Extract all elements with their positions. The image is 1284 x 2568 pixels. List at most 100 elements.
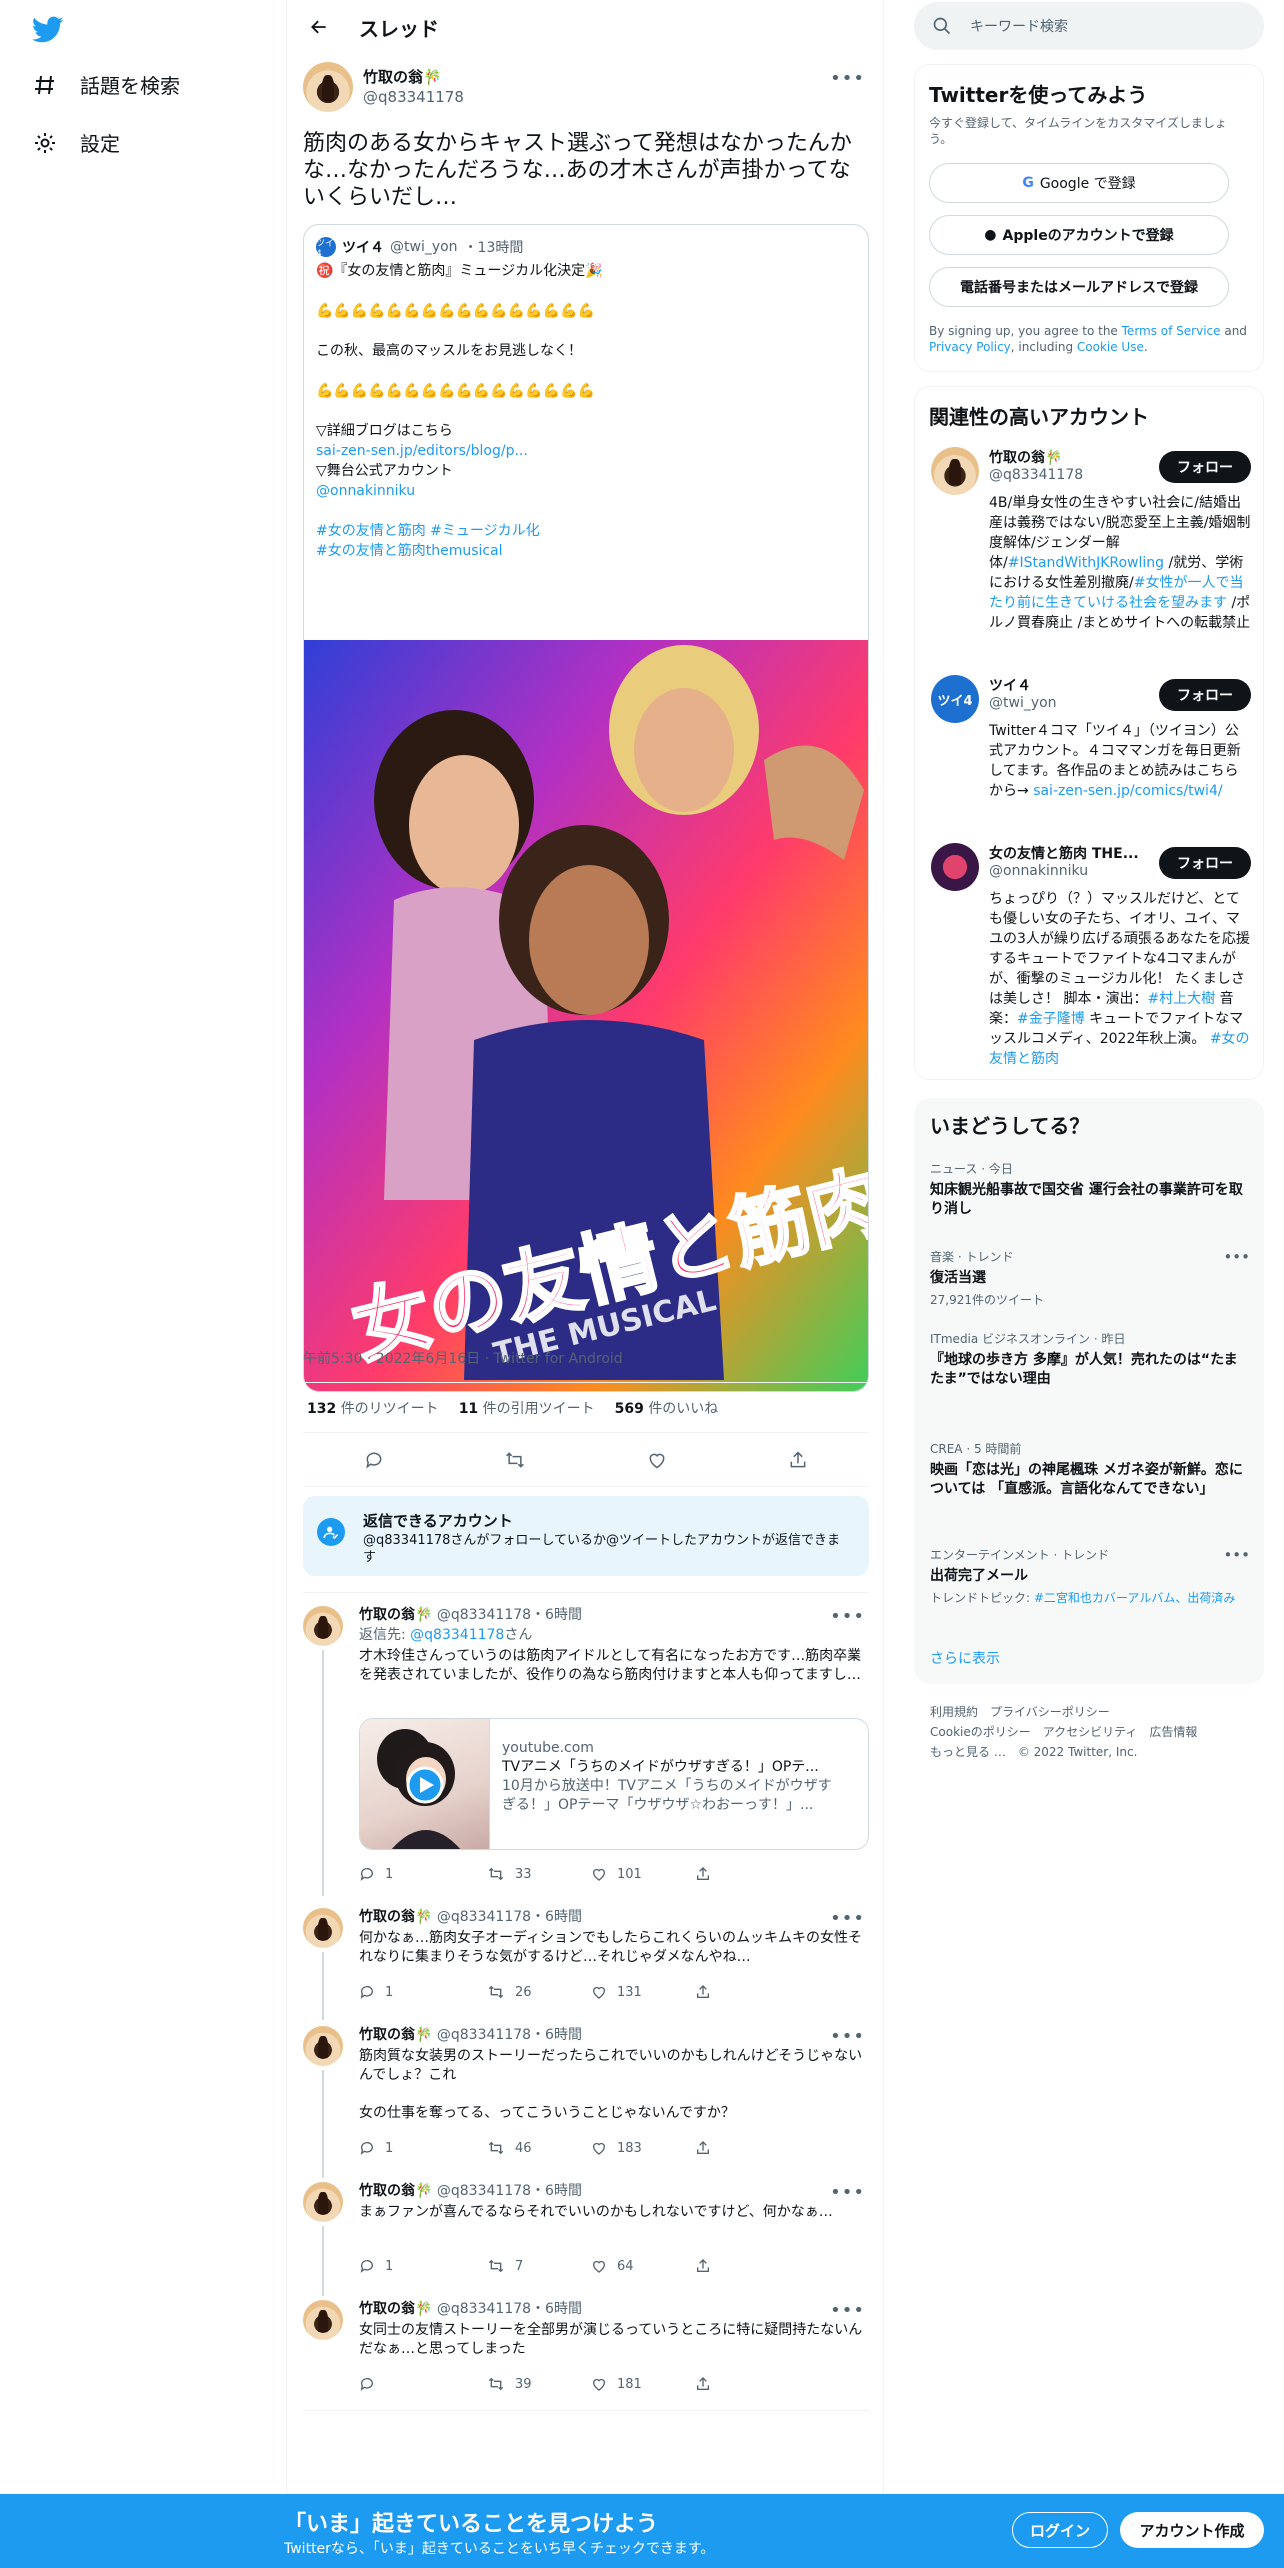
quoted-tweet[interactable]: ツイ4 ツイ４ @twi_yon ・13時間 ㊗️『女の友情と筋肉』ミュージカル… [303, 224, 869, 1392]
apple-signup-button[interactable]: ● Appleのアカウントで登録 [929, 215, 1229, 255]
terms-link[interactable]: Terms of Service [1122, 324, 1221, 338]
search-box[interactable]: キーワード検索 [914, 2, 1264, 50]
follow-button[interactable]: フォロー [1159, 679, 1251, 711]
follow-button[interactable]: フォロー [1159, 847, 1251, 879]
more-icon[interactable]: ••• [830, 68, 865, 89]
quote-line[interactable]: sai-zen-sen.jp/editors/blog/p... [316, 441, 856, 461]
login-button[interactable]: ログイン [1012, 2512, 1108, 2548]
author-handle[interactable]: @q83341178 [437, 2183, 531, 2199]
avatar[interactable]: ツイ4 [931, 675, 979, 723]
reply-button[interactable]: 1 [359, 2140, 463, 2156]
author-handle[interactable]: @q83341178 [437, 2027, 531, 2043]
trend-item[interactable]: エンターテインメント · トレンド 出荷完了メール トレンドトピック: #二宮和… [930, 1546, 1250, 1606]
more-icon[interactable]: ••• [830, 2182, 865, 2203]
avatar[interactable] [303, 62, 353, 112]
quote-line[interactable]: #女の友情と筋肉themusical [316, 541, 856, 561]
account-name[interactable]: 竹取の翁🎋 [989, 447, 1139, 467]
more-icon[interactable]: ••• [1223, 1248, 1250, 1266]
like-button[interactable]: 131 [591, 1984, 695, 2000]
more-icon[interactable]: ••• [830, 2026, 865, 2047]
like-icon[interactable] [640, 1443, 674, 1477]
retweet-button[interactable]: 26 [487, 1984, 591, 2000]
share-button[interactable] [695, 1866, 799, 1882]
musical-poster-image[interactable]: 女の友情と筋肉 THE MUSICAL [304, 640, 868, 1391]
account-handle[interactable]: @twi_yon [989, 695, 1057, 711]
share-icon[interactable] [781, 1443, 815, 1477]
retweet-icon[interactable] [498, 1443, 532, 1477]
trend-item[interactable]: ニュース · 今日 知床観光船事故で国交省 運行会社の事業許可を取り消し [930, 1160, 1250, 1219]
bio-link[interactable]: sai-zen-sen.jp/comics/twi4/ [1033, 783, 1222, 799]
avatar[interactable] [303, 2182, 343, 2222]
avatar[interactable] [931, 843, 979, 891]
like-button[interactable]: 183 [591, 2140, 695, 2156]
reply-icon[interactable] [357, 1443, 391, 1477]
like-button[interactable]: 64 [591, 2258, 695, 2274]
create-account-button[interactable]: アカウント作成 [1120, 2512, 1264, 2548]
avatar[interactable] [303, 2300, 343, 2340]
author-name[interactable]: 竹取の翁🎋 [359, 2301, 432, 2317]
avatar[interactable] [931, 447, 979, 495]
tweet-time[interactable]: ・6時間 [531, 1607, 582, 1623]
retweet-button[interactable]: 46 [487, 2140, 591, 2156]
reply-to-link[interactable]: @q83341178 [410, 1627, 504, 1643]
twitter-bird-icon[interactable] [32, 16, 64, 44]
reply-tweet[interactable]: 竹取の翁🎋 @q83341178・6時間 まぁファンが喜んでるならそれでいいのか… [303, 2182, 869, 2296]
author-handle[interactable]: @q83341178 [437, 1909, 531, 1925]
google-signup-button[interactable]: G Google で登録 [929, 163, 1229, 203]
author-handle[interactable]: @q83341178 [437, 1607, 531, 1623]
tweet-timestamp[interactable]: 午前5:30 · 2022年6月16日 · Twitter for Androi… [303, 1348, 623, 1368]
trend-item[interactable]: CREA · 5 時間前 映画「恋は光」の神尾楓珠 メガネ姿が新鮮。恋については… [930, 1440, 1250, 1499]
bio-hashtag-link[interactable]: #IStandWithJKRowling [1008, 555, 1164, 571]
quote-count[interactable]: 11 件の引用ツイート [459, 1398, 595, 1418]
bio-hashtag-link[interactable]: #村上大樹 [1147, 991, 1215, 1007]
nav-settings[interactable]: 設定 [32, 128, 120, 157]
footer-link[interactable]: プライバシーポリシー [990, 1705, 1110, 1719]
footer-link[interactable]: アクセシビリティ [1043, 1725, 1138, 1739]
share-button[interactable] [695, 2258, 799, 2274]
reply-button[interactable]: 1 [359, 2258, 463, 2274]
reply-tweet[interactable]: 竹取の翁🎋 @q83341178・6時間 返信先: @q83341178さん 才… [303, 1606, 869, 1896]
privacy-link[interactable]: Privacy Policy [929, 340, 1011, 354]
reply-button[interactable]: 1 [359, 1984, 463, 2000]
quote-line[interactable]: @onnakinniku [316, 481, 856, 501]
footer-link[interactable]: 利用規約 [930, 1705, 978, 1719]
related-account[interactable]: ツイ4 ツイ４ @twi_yon フォロー Twitter４コマ「ツイ４」（ツイ… [931, 675, 1251, 799]
trend-item[interactable]: ITmedia ビジネスオンライン · 昨日 『地球の歩き方 多摩』が人気！売れ… [930, 1330, 1250, 1389]
account-name[interactable]: ツイ４ [989, 675, 1139, 695]
like-button[interactable]: 101 [591, 1866, 695, 1882]
retweet-button[interactable]: 33 [487, 1866, 591, 1882]
footer-more[interactable]: もっと見る … [930, 1745, 1006, 1759]
trend-topic-link[interactable]: #二宮和也カバーアルバム、出荷済み [1034, 1591, 1235, 1605]
tweet-time[interactable]: ・6時間 [531, 1909, 582, 1925]
nav-explore[interactable]: 話題を検索 [32, 70, 180, 99]
reply-button[interactable]: 1 [359, 1866, 463, 1882]
more-icon[interactable]: ••• [830, 1908, 865, 1929]
follow-button[interactable]: フォロー [1159, 451, 1251, 483]
related-account[interactable]: 女の友情と筋肉 THE... @onnakinniku フォロー ちょっぴり（？… [931, 843, 1251, 1073]
author-handle[interactable]: @q83341178 [437, 2301, 531, 2317]
show-more-link[interactable]: さらに表示 [930, 1648, 1000, 1668]
author-name[interactable]: 竹取の翁🎋 [359, 2183, 432, 2199]
phone-email-signup-button[interactable]: 電話番号またはメールアドレスで登録 [929, 267, 1229, 307]
reply-tweet[interactable]: 竹取の翁🎋 @q83341178・6時間 筋肉質な女装男のストーリーだったらこれ… [303, 2026, 869, 2178]
link-card[interactable]: youtube.com TVアニメ「うちのメイドがウザすぎる！」OPテ... 1… [359, 1718, 869, 1850]
reply-tweet[interactable]: 竹取の翁🎋 @q83341178・6時間 何かなぁ…筋肉女子オーディションでもし… [303, 1908, 869, 2020]
quote-line[interactable]: #女の友情と筋肉 #ミュージカル化 [316, 521, 856, 541]
more-icon[interactable]: ••• [1223, 1546, 1250, 1564]
bio-hashtag-link[interactable]: #金子隆博 [1017, 1011, 1085, 1027]
author-name[interactable]: 竹取の翁🎋 [359, 1909, 432, 1925]
retweet-button[interactable]: 39 [487, 2376, 591, 2392]
author-handle[interactable]: @q83341178 [363, 87, 464, 107]
tweet-time[interactable]: ・6時間 [531, 2301, 582, 2317]
account-handle[interactable]: @onnakinniku [989, 863, 1088, 879]
share-button[interactable] [695, 1984, 799, 2000]
retweet-count[interactable]: 132 件のリツイート [307, 1398, 439, 1418]
more-icon[interactable]: ••• [830, 1606, 865, 1627]
footer-link[interactable]: 広告情報 [1149, 1725, 1197, 1739]
author-name[interactable]: 竹取の翁🎋 [363, 67, 464, 87]
search-input[interactable]: キーワード検索 [970, 16, 1068, 36]
back-arrow-icon[interactable] [303, 11, 335, 43]
cookie-link[interactable]: Cookie Use [1077, 340, 1144, 354]
avatar[interactable] [303, 2026, 343, 2066]
more-icon[interactable]: ••• [830, 2300, 865, 2321]
